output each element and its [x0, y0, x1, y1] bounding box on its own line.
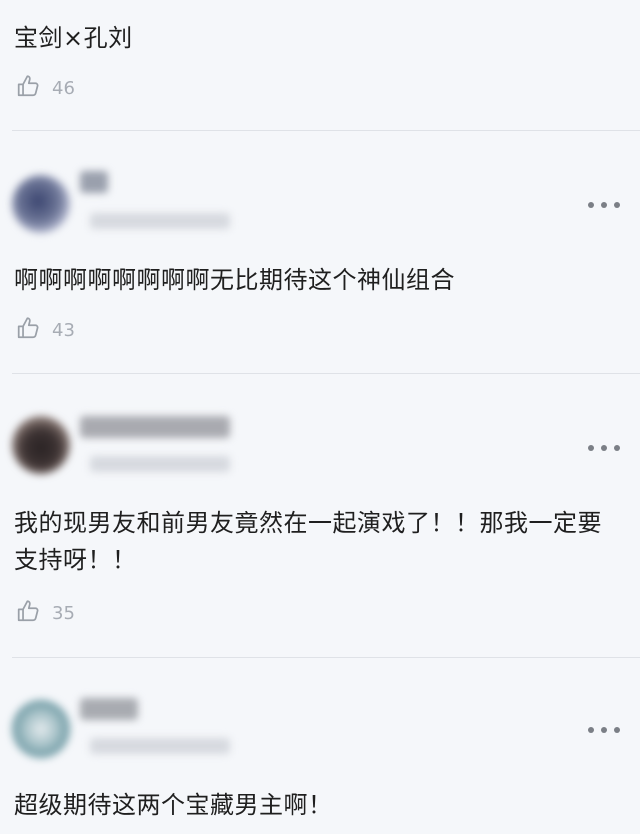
comment-text: 超级期待这两个宝藏男主啊！: [14, 791, 333, 819]
like-button[interactable]: 43: [16, 315, 75, 345]
like-count: 46: [52, 77, 75, 99]
divider: [12, 657, 640, 658]
divider: [12, 373, 640, 374]
timestamp-blurred: [90, 738, 230, 754]
comment-text: 宝剑×孔刘: [14, 24, 133, 52]
username-blurred[interactable]: [80, 171, 108, 193]
thumbs-up-icon: [16, 598, 42, 628]
divider: [12, 130, 640, 131]
timestamp-blurred: [90, 456, 230, 472]
more-options-icon: [588, 445, 594, 451]
like-button[interactable]: 46: [16, 73, 75, 103]
like-button[interactable]: 35: [16, 598, 75, 628]
more-options-icon: [588, 202, 594, 208]
like-count: 35: [52, 602, 75, 624]
thumbs-up-icon: [16, 315, 42, 345]
more-options-button[interactable]: [588, 442, 620, 454]
more-options-button[interactable]: [588, 724, 620, 736]
avatar[interactable]: [12, 416, 70, 474]
more-options-button[interactable]: [588, 199, 620, 211]
comment-text: 我的现男友和前男友竟然在一起演戏了！！那我一定要支持呀！！: [14, 509, 602, 574]
timestamp-blurred: [90, 213, 230, 229]
like-count: 43: [52, 319, 75, 341]
username-blurred[interactable]: [80, 416, 230, 438]
avatar[interactable]: [12, 175, 70, 233]
comment-feed: 宝剑×孔刘 46 啊啊啊啊啊啊啊啊无比期待这个神仙组合 43 我的现男友和前男友…: [0, 0, 640, 834]
more-options-icon: [588, 727, 594, 733]
username-blurred[interactable]: [80, 698, 138, 720]
avatar[interactable]: [12, 700, 70, 758]
thumbs-up-icon: [16, 73, 42, 103]
comment-text: 啊啊啊啊啊啊啊啊无比期待这个神仙组合: [14, 266, 455, 294]
